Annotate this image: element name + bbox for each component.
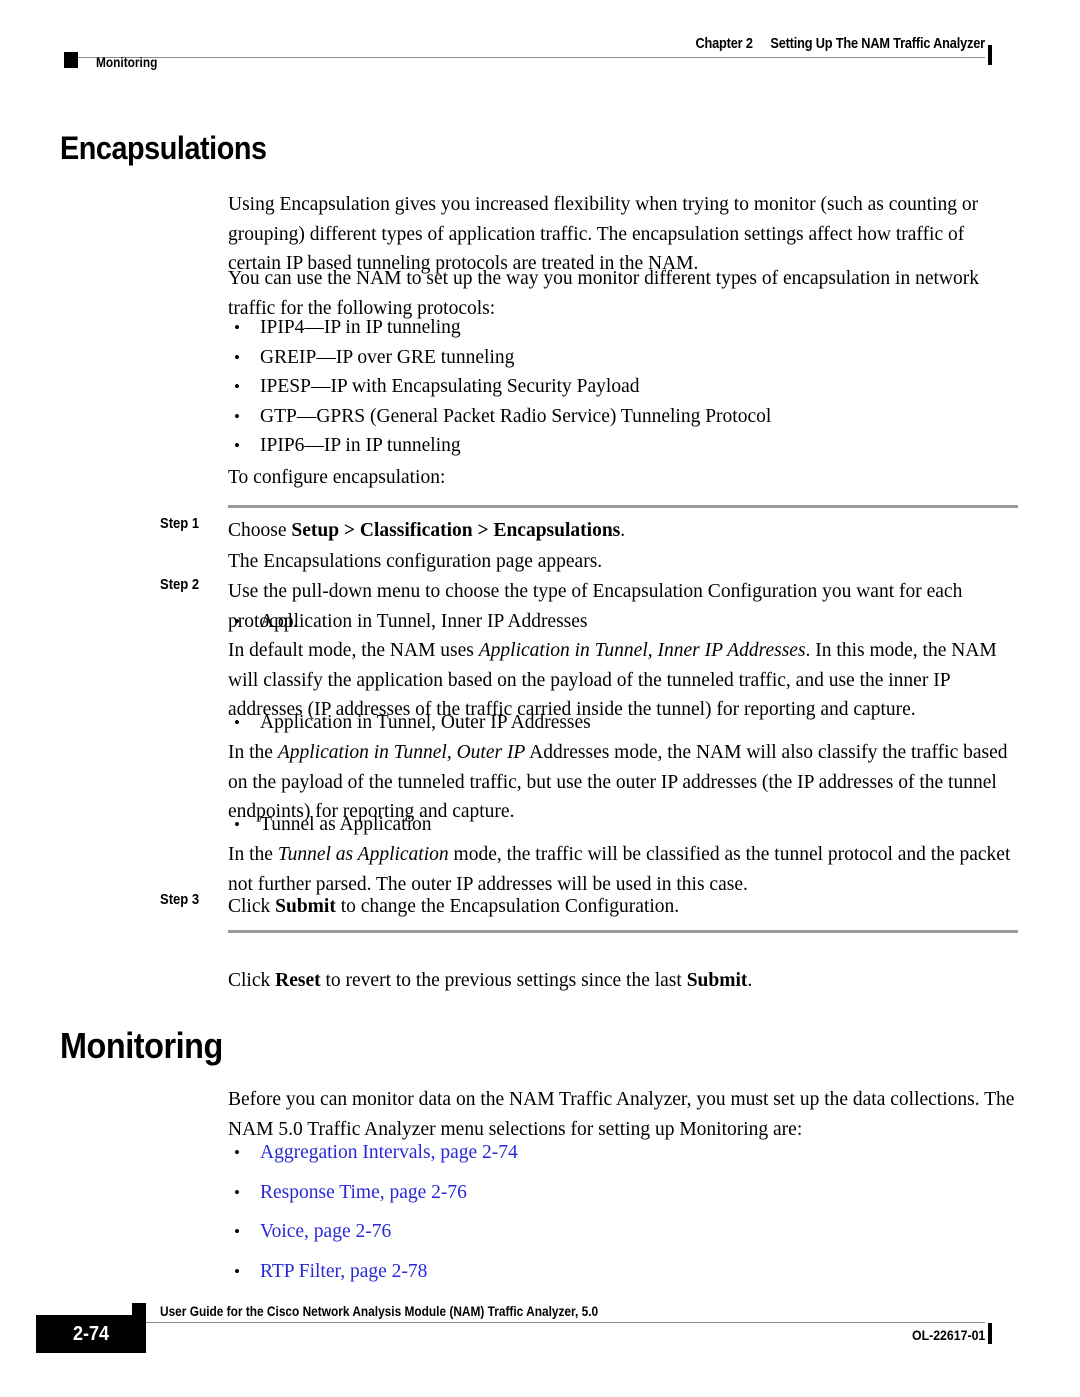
- xref-link-aggregation-intervals[interactable]: Aggregation Intervals, page 2-74: [260, 1142, 518, 1163]
- step-label: Step 2: [160, 577, 200, 593]
- list-item: Application in Tunnel, Outer IP Addresse…: [228, 708, 1018, 738]
- page-header: Chapter 2 Setting Up The NAM Traffic Anal…: [0, 0, 1080, 100]
- header-square-marker-icon: [64, 52, 78, 68]
- step-label: Step 1: [160, 516, 200, 532]
- step-text: Click Submit to change the Encapsulation…: [228, 896, 680, 917]
- step-block-top-rule: [228, 505, 1018, 508]
- monitoring-intro-paragraph: Before you can monitor data on the NAM T…: [228, 1089, 1015, 1140]
- configure-lead-in: To configure encapsulation:: [228, 467, 446, 488]
- list-item: GTP—GPRS (General Packet Radio Service) …: [228, 402, 1018, 432]
- header-section-name: Monitoring: [96, 55, 158, 70]
- header-chapter-line: Chapter 2 Setting Up The NAM Traffic Anal…: [695, 36, 986, 52]
- list-item: Application in Tunnel, Inner IP Addresse…: [228, 607, 1018, 637]
- header-rule: [75, 57, 985, 58]
- list-item: Tunnel as Application: [228, 810, 1018, 840]
- protocol-list: IPIP4—IP in IP tunneling GREIP—IP over G…: [228, 313, 1018, 461]
- header-chapter-title: Setting Up The NAM Traffic Analyzer: [770, 36, 985, 52]
- xref-link-rtp-filter[interactable]: RTP Filter, page 2-78: [260, 1261, 427, 1282]
- list-item: IPESP—IP with Encapsulating Security Pay…: [228, 372, 1018, 402]
- footer-page-number-box: 2-74: [36, 1315, 146, 1353]
- step-1-follow-up: The Encapsulations configuration page ap…: [228, 551, 603, 572]
- list-item: IPIP6—IP in IP tunneling: [228, 431, 1018, 461]
- header-chapter-number: Chapter 2: [695, 36, 753, 52]
- heading-encapsulations: Encapsulations: [60, 130, 267, 166]
- encapsulations-closing-paragraph: Click Reset to revert to the previous se…: [228, 970, 753, 991]
- xref-link-response-time[interactable]: Response Time, page 2-76: [260, 1182, 467, 1203]
- list-item: GREIP—IP over GRE tunneling: [228, 343, 1018, 373]
- list-item: RTP Filter, page 2-78: [228, 1257, 1018, 1287]
- footer-page-number: 2-74: [72, 1323, 110, 1345]
- mode-description-3: In the Tunnel as Application mode, the t…: [228, 844, 1011, 895]
- footer-rule: [100, 1322, 985, 1323]
- mode-bullet-1: Application in Tunnel, Inner IP Addresse…: [228, 607, 1018, 637]
- list-item: Response Time, page 2-76: [228, 1178, 1018, 1208]
- heading-monitoring: Monitoring: [60, 1025, 223, 1066]
- footer-document-number: OL-22617-01: [911, 1327, 985, 1343]
- step-block-bottom-rule: [228, 930, 1018, 933]
- mode-bullet-2: Application in Tunnel, Outer IP Addresse…: [228, 708, 1018, 738]
- xref-link-voice[interactable]: Voice, page 2-76: [260, 1221, 391, 1242]
- step-text: Choose Setup > Classification > Encapsul…: [228, 520, 626, 541]
- step-label: Step 3: [160, 892, 200, 908]
- footer-edge-tick: [988, 1323, 992, 1344]
- list-item: Aggregation Intervals, page 2-74: [228, 1138, 1018, 1168]
- mode-bullet-3: Tunnel as Application: [228, 810, 1018, 840]
- list-item: Voice, page 2-76: [228, 1217, 1018, 1247]
- page-footer: User Guide for the Cisco Network Analysi…: [0, 1285, 1080, 1397]
- list-item: IPIP4—IP in IP tunneling: [228, 313, 1018, 343]
- footer-guide-title: User Guide for the Cisco Network Analysi…: [160, 1304, 599, 1319]
- header-edge-tick: [988, 45, 992, 65]
- monitoring-link-list: Aggregation Intervals, page 2-74 Respons…: [228, 1138, 1018, 1296]
